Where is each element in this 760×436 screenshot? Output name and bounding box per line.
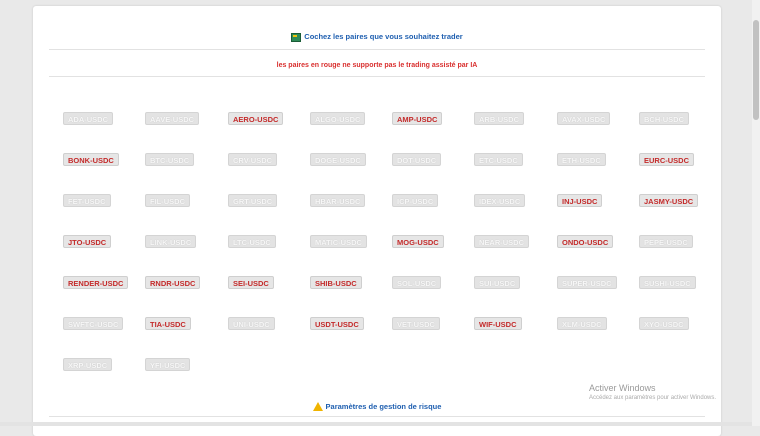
pair-checkbox-shib-usdc[interactable]: SHIB-USDC bbox=[310, 276, 362, 289]
pair-checkbox-mog-usdc[interactable]: MOG-USDC bbox=[392, 235, 444, 248]
watermark-title: Activer Windows bbox=[589, 383, 656, 393]
pair-checkbox-usdt-usdc[interactable]: USDT-USDC bbox=[310, 317, 364, 330]
pair-checkbox-fet-usdc[interactable]: FET-USDC bbox=[63, 194, 111, 207]
bottom-strip bbox=[0, 422, 752, 426]
pair-checkbox-render-usdc[interactable]: RENDER-USDC bbox=[63, 276, 129, 289]
pairs-header-title[interactable]: Cochez les paires que vous souhaitez tra… bbox=[304, 32, 462, 41]
divider bbox=[49, 416, 705, 417]
page-scrollbar[interactable] bbox=[752, 0, 760, 426]
pair-checkbox-uni-usdc[interactable]: UNI-USDC bbox=[228, 317, 275, 330]
pair-checkbox-amp-usdc[interactable]: AMP-USDC bbox=[392, 112, 443, 125]
pair-checkbox-super-usdc[interactable]: SUPER-USDC bbox=[557, 276, 617, 289]
risk-settings-link[interactable]: Paramètres de gestion de risque bbox=[49, 401, 705, 412]
pair-checkbox-sol-usdc[interactable]: SOL-USDC bbox=[392, 276, 442, 289]
pair-checkbox-hbar-usdc[interactable]: HBAR-USDC bbox=[310, 194, 366, 207]
pair-selection-card: Cochez les paires que vous souhaitez tra… bbox=[33, 6, 721, 436]
windows-activation-watermark: Activer Windows Accédez aux paramètres p… bbox=[589, 383, 716, 401]
pair-checkbox-algo-usdc[interactable]: ALGO-USDC bbox=[310, 112, 366, 125]
pair-checkbox-aave-usdc[interactable]: AAVE-USDC bbox=[145, 112, 200, 125]
warning-icon bbox=[312, 401, 323, 411]
pair-checkbox-avax-usdc[interactable]: AVAX-USDC bbox=[557, 112, 611, 125]
watermark-subtitle: Accédez aux paramètres pour activer Wind… bbox=[589, 395, 717, 401]
divider bbox=[49, 76, 705, 77]
pair-checkbox-eth-usdc[interactable]: ETH-USDC bbox=[557, 153, 606, 166]
pair-checkbox-dot-usdc[interactable]: DOT-USDC bbox=[392, 153, 442, 166]
pair-checkbox-crv-usdc[interactable]: CRV-USDC bbox=[228, 153, 278, 166]
chart-icon bbox=[291, 32, 302, 42]
pair-checkbox-sushi-usdc[interactable]: SUSHI-USDC bbox=[639, 276, 696, 289]
divider bbox=[49, 49, 705, 50]
pair-checkbox-arb-usdc[interactable]: ARB-USDC bbox=[474, 112, 524, 125]
pair-checkbox-jasmy-usdc[interactable]: JASMY-USDC bbox=[639, 194, 699, 207]
pair-checkbox-ada-usdc[interactable]: ADA-USDC bbox=[63, 112, 113, 125]
pair-checkbox-vet-usdc[interactable]: VET-USDC bbox=[392, 317, 440, 330]
pair-checkbox-ltc-usdc[interactable]: LTC-USDC bbox=[228, 235, 276, 248]
pair-checkbox-sei-usdc[interactable]: SEI-USDC bbox=[228, 276, 274, 289]
pair-checkbox-wif-usdc[interactable]: WIF-USDC bbox=[474, 317, 522, 330]
pair-checkbox-xrp-usdc[interactable]: XRP-USDC bbox=[63, 358, 113, 371]
pair-checkbox-near-usdc[interactable]: NEAR-USDC bbox=[474, 235, 529, 248]
scrollbar-thumb[interactable] bbox=[753, 20, 759, 120]
pair-checkbox-xyo-usdc[interactable]: XYO-USDC bbox=[639, 317, 689, 330]
pair-checkbox-tia-usdc[interactable]: TIA-USDC bbox=[145, 317, 191, 330]
pair-checkbox-btc-usdc[interactable]: BTC-USDC bbox=[145, 153, 195, 166]
pair-checkbox-fil-usdc[interactable]: FIL-USDC bbox=[145, 194, 190, 207]
pair-checkbox-idex-usdc[interactable]: IDEX-USDC bbox=[474, 194, 526, 207]
pair-checkbox-matic-usdc[interactable]: MATIC-USDC bbox=[310, 235, 367, 248]
pair-checkbox-pepe-usdc[interactable]: PEPE-USDC bbox=[639, 235, 693, 248]
pair-checkbox-eurc-usdc[interactable]: EURC-USDC bbox=[639, 153, 694, 166]
pair-checkbox-grt-usdc[interactable]: GRT-USDC bbox=[228, 194, 278, 207]
risk-settings-label[interactable]: Paramètres de gestion de risque bbox=[326, 402, 442, 411]
pair-checkbox-jto-usdc[interactable]: JTO-USDC bbox=[63, 235, 112, 248]
pair-checkbox-sui-usdc[interactable]: SUI-USDC bbox=[474, 276, 521, 289]
pair-checkbox-ondo-usdc[interactable]: ONDO-USDC bbox=[557, 235, 614, 248]
unsupported-warning: les paires en rouge ne supporte pas le t… bbox=[276, 62, 478, 69]
pair-checkbox-bch-usdc[interactable]: BCH-USDC bbox=[639, 112, 689, 125]
pair-checkbox-inj-usdc[interactable]: INJ-USDC bbox=[557, 194, 603, 207]
pair-checkbox-swftc-usdc[interactable]: SWFTC-USDC bbox=[63, 317, 124, 330]
pair-checkbox-bonk-usdc[interactable]: BONK-USDC bbox=[63, 153, 119, 166]
pair-checkbox-xlm-usdc[interactable]: XLM-USDC bbox=[557, 317, 607, 330]
pair-checkbox-yfi-usdc[interactable]: YFI-USDC bbox=[145, 358, 191, 371]
pair-checkbox-rndr-usdc[interactable]: RNDR-USDC bbox=[145, 276, 201, 289]
pair-checkbox-doge-usdc[interactable]: DOGE-USDC bbox=[310, 153, 366, 166]
pairs-header[interactable]: Cochez les paires que vous souhaitez tra… bbox=[49, 30, 705, 44]
pair-checkbox-link-usdc[interactable]: LINK-USDC bbox=[145, 235, 197, 248]
pair-checkbox-etc-usdc[interactable]: ETC-USDC bbox=[474, 153, 523, 166]
pair-checkbox-aero-usdc[interactable]: AERO-USDC bbox=[228, 112, 284, 125]
pair-checkbox-icp-usdc[interactable]: ICP-USDC bbox=[392, 194, 439, 207]
